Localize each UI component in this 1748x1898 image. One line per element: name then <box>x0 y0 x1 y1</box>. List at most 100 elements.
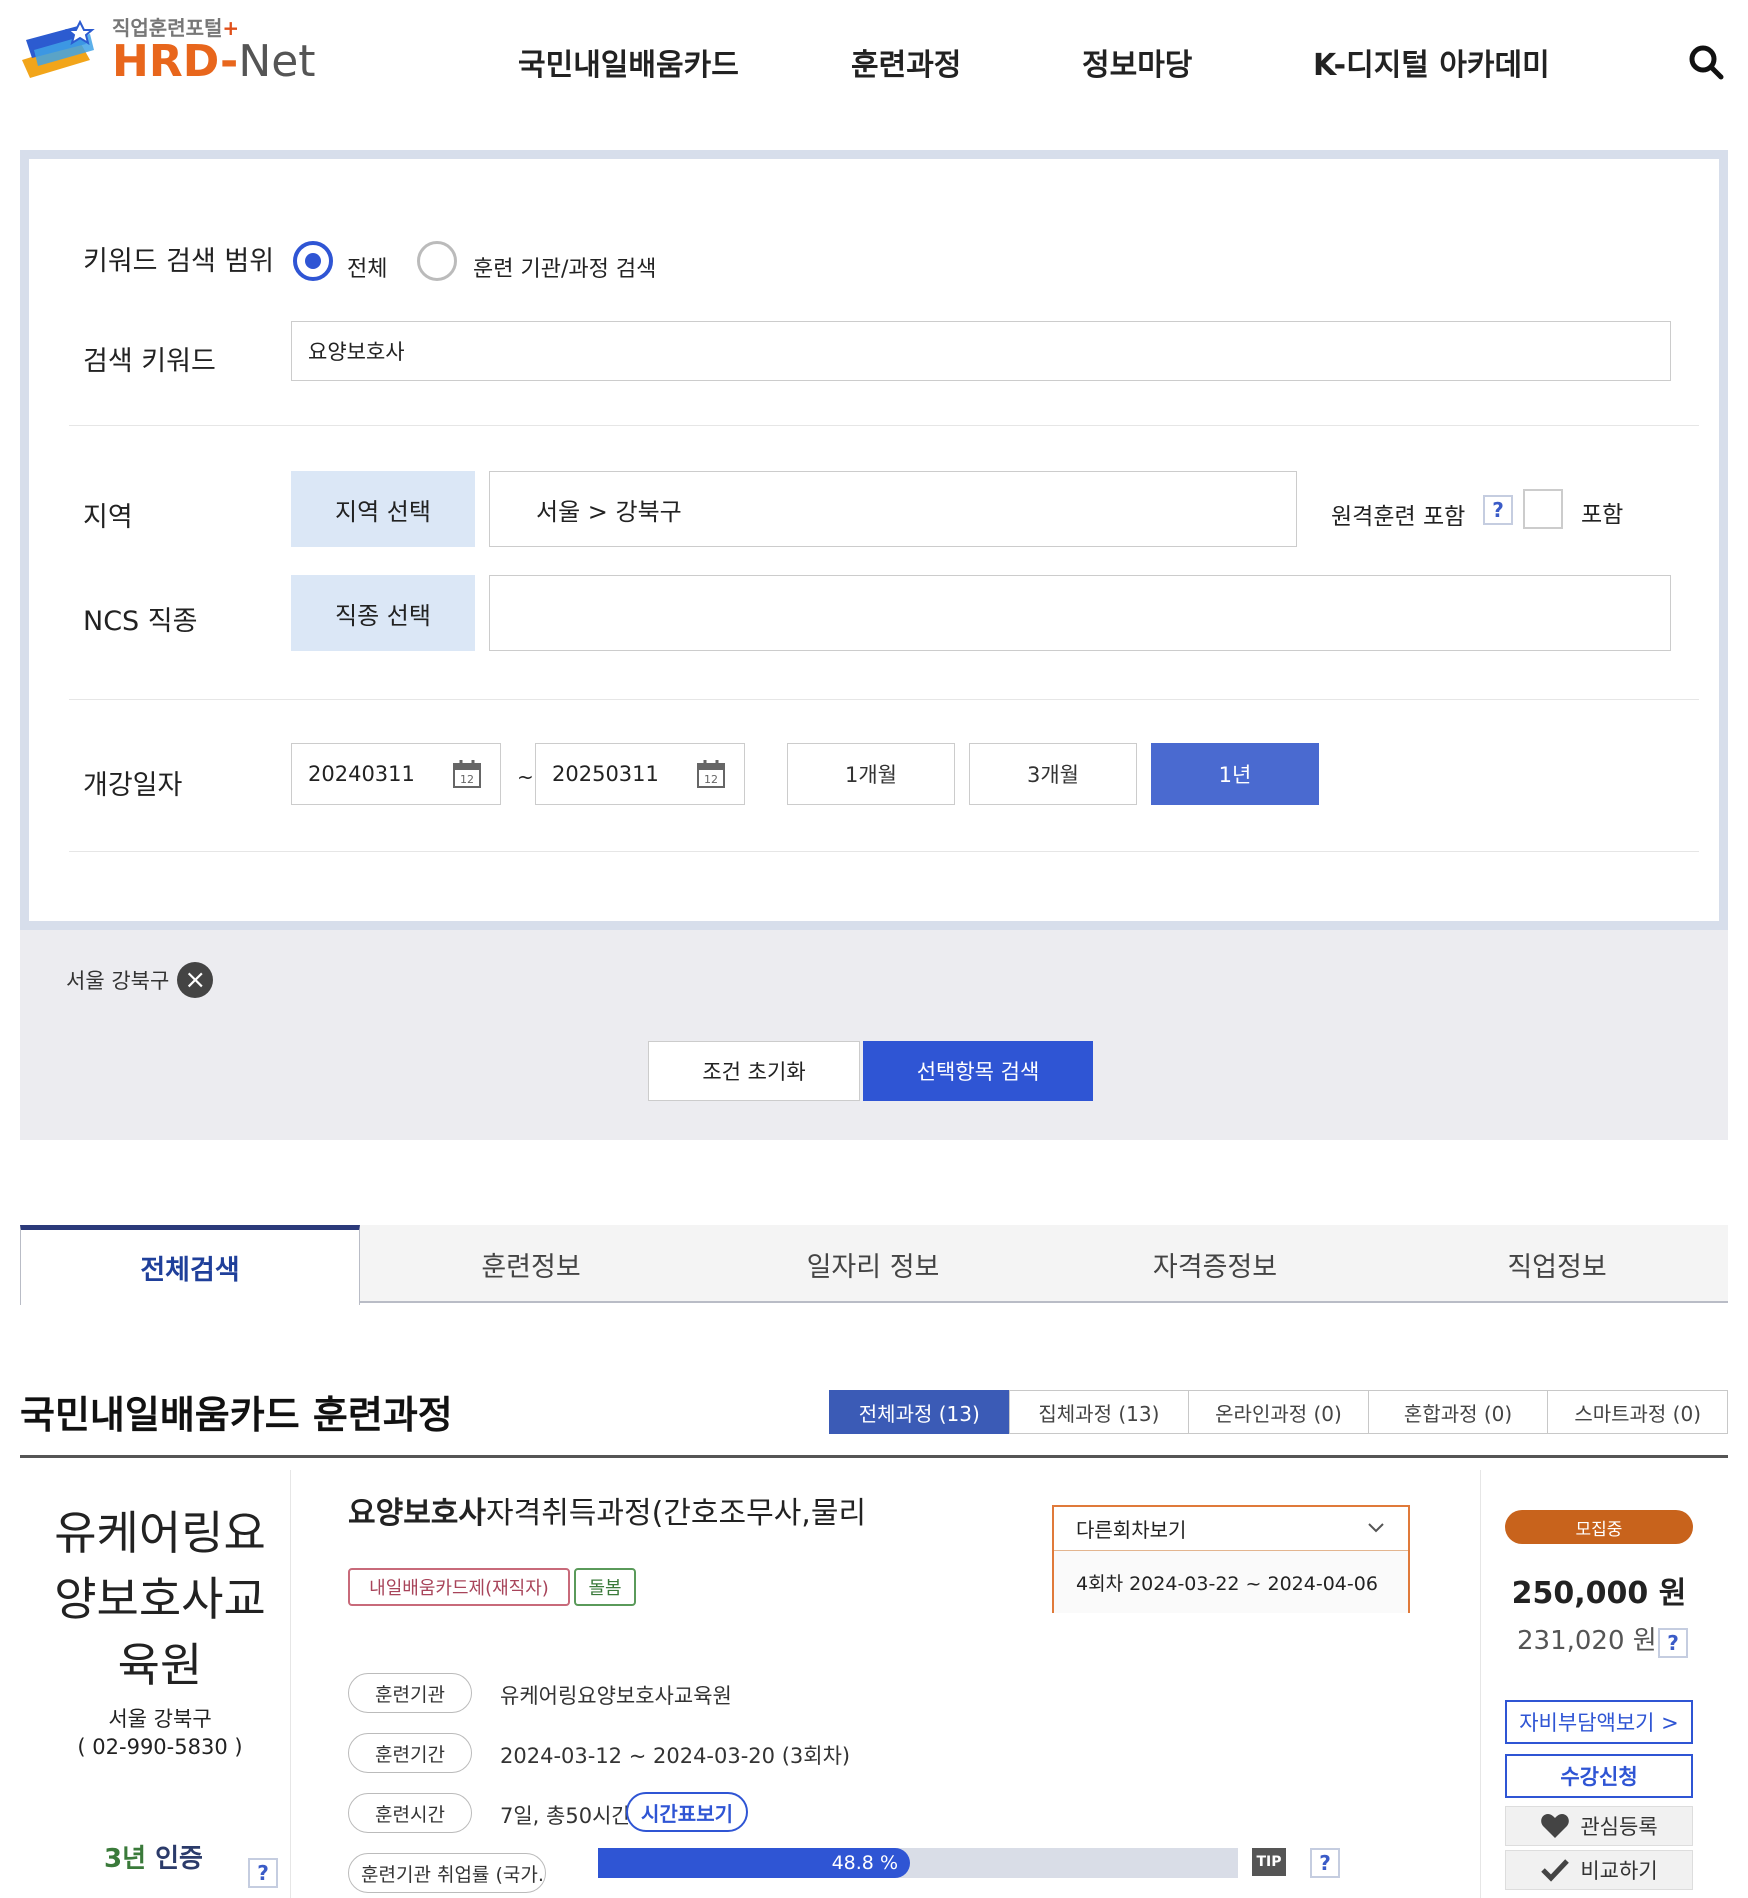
ncs-value-field[interactable] <box>489 575 1671 651</box>
region-label: 지역 <box>83 502 133 533</box>
period-1year-button[interactable]: 1년 <box>1151 743 1319 805</box>
filter-chip-label: 서울 강북구 <box>66 969 170 993</box>
remote-help-button[interactable]: ? <box>1483 495 1513 525</box>
svg-text:12: 12 <box>704 773 718 786</box>
info-label-period: 훈련기간 <box>348 1733 472 1773</box>
tip-badge[interactable]: TIP <box>1252 1848 1286 1876</box>
compare-label: 비교하기 <box>1580 1859 1658 1883</box>
logo-mark-icon <box>22 20 95 78</box>
subtab-classroom[interactable]: 집체과정 (13) <box>1008 1390 1190 1434</box>
search-submit-button[interactable]: 선택항목 검색 <box>863 1041 1093 1101</box>
date-to-value: 20250311 <box>552 762 659 786</box>
logo-title: HRD-Net <box>112 36 316 87</box>
divider <box>69 699 1699 700</box>
subtab-blended[interactable]: 혼합과정 (0) <box>1367 1390 1549 1434</box>
tab-training-info[interactable]: 훈련정보 <box>360 1225 702 1303</box>
tab-cert-info[interactable]: 자격증정보 <box>1044 1225 1386 1303</box>
chevron-down-icon <box>1368 1523 1384 1533</box>
date-to-input[interactable]: 20250311 12 <box>535 743 745 805</box>
info-label-hours: 훈련시간 <box>348 1793 472 1833</box>
scope-institution-label: 훈련 기관/과정 검색 <box>473 257 657 282</box>
period-1month-button[interactable]: 1개월 <box>787 743 955 805</box>
ncs-select-button[interactable]: 직종 선택 <box>291 575 475 651</box>
divider <box>69 425 1699 426</box>
apply-button[interactable]: 수강신청 <box>1505 1754 1693 1798</box>
nav-item-info[interactable]: 정보마당 <box>1082 40 1192 84</box>
ncs-label: NCS 직종 <box>83 606 198 637</box>
keyword-input[interactable]: 요양보호사 <box>291 321 1671 381</box>
tab-job-info[interactable]: 일자리 정보 <box>702 1225 1044 1303</box>
selected-round[interactable]: 4회차 2024-03-22 ~ 2024-04-06 <box>1054 1551 1408 1613</box>
remote-training-label: 원격훈련 포함 <box>1331 504 1466 530</box>
certification-badge: 3년 인증 <box>104 1844 203 1874</box>
timetable-button[interactable]: 시간표보기 <box>626 1792 748 1832</box>
date-separator: ~ <box>517 765 534 789</box>
info-label-employment: 훈련기관 취업률 (국가… <box>348 1853 546 1893</box>
remote-include-label: 포함 <box>1581 502 1624 528</box>
keyword-scope-label: 키워드 검색 범위 <box>83 246 275 277</box>
nav-item-naeil-card[interactable]: 국민내일배움카드 <box>518 40 739 84</box>
site-header: 직업훈련포털+ HRD-Net 국민내일배움카드 훈련과정 정보마당 K-디지털… <box>0 0 1748 130</box>
section-divider <box>20 1455 1728 1458</box>
wishlist-label: 관심등록 <box>1580 1815 1658 1839</box>
date-from-value: 20240311 <box>308 762 415 786</box>
date-from-input[interactable]: 20240311 12 <box>291 743 501 805</box>
region-select-button[interactable]: 지역 선택 <box>291 471 475 547</box>
subtab-online[interactable]: 온라인과정 (0) <box>1188 1390 1369 1434</box>
start-date-label: 개강일자 <box>83 770 183 801</box>
tab-all-search[interactable]: 전체검색 <box>20 1225 360 1305</box>
scope-all-radio[interactable] <box>293 241 333 281</box>
employment-help-button[interactable]: ? <box>1310 1848 1340 1878</box>
calendar-icon[interactable]: 12 <box>696 759 726 789</box>
nav-item-courses[interactable]: 훈련과정 <box>851 40 961 84</box>
period-3months-button[interactable]: 3개월 <box>969 743 1137 805</box>
close-icon[interactable]: × <box>177 962 214 998</box>
other-rounds-label: 다른회차보기 <box>1076 1518 1187 1542</box>
cert-help-button[interactable]: ? <box>248 1858 278 1888</box>
info-value-hours: 7일, 총50시간 <box>500 1804 631 1828</box>
region-value-field[interactable]: 서울 > 강북구 <box>489 471 1297 547</box>
self-pay-button[interactable]: 자비부담액보기 > <box>1505 1700 1693 1744</box>
divider <box>69 851 1699 852</box>
badge-care: 돌봄 <box>574 1568 636 1606</box>
calendar-icon[interactable]: 12 <box>452 759 482 789</box>
employment-rate-bar: 48.8 % <box>598 1848 1238 1878</box>
institution-region: 서울 강북구 <box>108 1707 212 1731</box>
status-badge: 모집중 <box>1505 1510 1693 1544</box>
course-price: 250,000 원 <box>1511 1576 1687 1611</box>
column-divider <box>1480 1470 1481 1898</box>
svg-text:12: 12 <box>460 773 474 786</box>
institution-location: 서울 강북구 ( 02-990-5830 ) <box>40 1705 280 1761</box>
section-title: 국민내일배움카드 훈련과정 <box>20 1393 453 1437</box>
info-label-institution: 훈련기관 <box>348 1673 472 1713</box>
institution-name[interactable]: 유케어링요양보호사교육원 <box>40 1500 280 1698</box>
scope-institution-radio[interactable] <box>417 241 457 281</box>
scope-all-label: 전체 <box>347 257 388 282</box>
hrd-net-logo[interactable]: 직업훈련포털+ HRD-Net <box>20 10 320 90</box>
search-panel: 키워드 검색 범위 전체 훈련 기관/과정 검색 검색 키워드 요양보호사 지역… <box>20 150 1728 930</box>
employment-rate-text: 48.8 % <box>831 1852 898 1874</box>
info-value-period: 2024-03-12 ~ 2024-03-20 (3회차) <box>500 1744 851 1768</box>
course-title[interactable]: 요양보호사자격취득과정(간호조무사,물리… <box>348 1488 868 1532</box>
search-icon[interactable] <box>1688 44 1724 80</box>
nav-item-k-digital[interactable]: K-디지털 아카데미 <box>1313 40 1550 84</box>
remote-include-checkbox[interactable] <box>1523 489 1563 529</box>
keyword-label: 검색 키워드 <box>83 346 216 377</box>
wishlist-button[interactable]: 관심등록 <box>1505 1806 1693 1846</box>
course-type-tabs: 전체과정 (13) 집체과정 (13) 온라인과정 (0) 혼합과정 (0) 스… <box>829 1390 1728 1434</box>
reset-button[interactable]: 조건 초기화 <box>648 1041 860 1101</box>
info-value-institution: 유케어링요양보호사교육원 <box>500 1684 732 1708</box>
subtab-smart[interactable]: 스마트과정 (0) <box>1547 1390 1728 1434</box>
compare-button[interactable]: 비교하기 <box>1505 1850 1693 1890</box>
column-divider <box>290 1470 291 1898</box>
result-tabs: 전체검색 훈련정보 일자리 정보 자격증정보 직업정보 <box>20 1225 1728 1305</box>
institution-phone: ( 02-990-5830 ) <box>77 1735 243 1759</box>
other-rounds-header[interactable]: 다른회차보기 <box>1054 1507 1408 1551</box>
price-help-button[interactable]: ? <box>1658 1628 1688 1658</box>
heart-icon <box>1541 1814 1570 1838</box>
tab-career-info[interactable]: 직업정보 <box>1386 1225 1728 1303</box>
badge-card-employee: 내일배움카드제(재직자) <box>348 1568 570 1606</box>
filter-chip: 서울 강북구 × <box>66 962 214 998</box>
subtab-all[interactable]: 전체과정 (13) <box>829 1390 1010 1434</box>
other-rounds-dropdown[interactable]: 다른회차보기 4회차 2024-03-22 ~ 2024-04-06 <box>1052 1505 1410 1613</box>
